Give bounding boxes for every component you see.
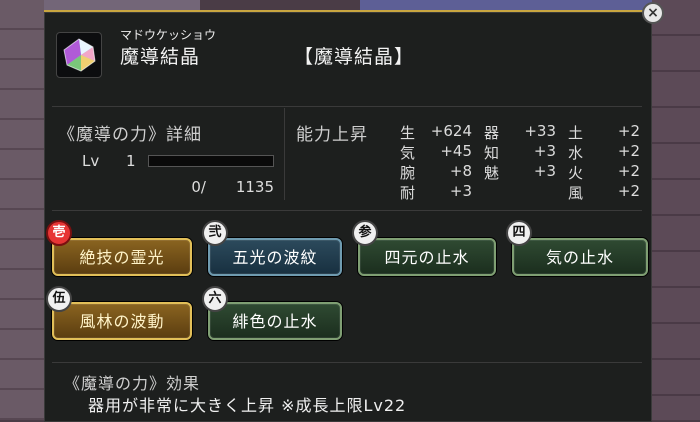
stats-title: 能力上昇 xyxy=(296,125,368,145)
level-value: 1 xyxy=(126,152,136,170)
stat-value: +3 xyxy=(533,162,556,180)
skill-button-6[interactable]: 緋色の止水 xyxy=(208,302,342,340)
stat-label: 生 xyxy=(400,124,416,142)
divider-bottom xyxy=(52,362,642,363)
stat-label: 器 xyxy=(484,124,500,142)
stat-value: +3 xyxy=(533,142,556,160)
close-icon[interactable]: × xyxy=(642,2,664,24)
exp-bar xyxy=(148,155,274,167)
skill-button-4[interactable]: 気の止水 xyxy=(512,238,648,276)
effect-title: 《魔導の力》効果 xyxy=(64,374,201,393)
background-wall-left xyxy=(0,0,44,420)
divider-middle xyxy=(52,210,642,211)
crystal-icon xyxy=(56,32,102,78)
skill-badge-6: 六 xyxy=(202,286,228,312)
background-sky xyxy=(360,0,652,10)
level-display: Lv 1 xyxy=(82,152,136,170)
stat-value: +33 xyxy=(524,122,556,140)
exp-current: 0/ xyxy=(191,178,206,196)
stat-value: +624 xyxy=(430,122,472,140)
skill-badge-4: 四 xyxy=(506,220,532,246)
stat-value: +45 xyxy=(440,142,472,160)
stat-value: +2 xyxy=(617,142,640,160)
skill-badge-5: 伍 xyxy=(46,286,72,312)
item-detail-panel: マドウケッショウ 魔導結晶 【魔導結晶】 《魔導の力》詳細 Lv 1 0/ 11… xyxy=(44,10,652,422)
skill-button-5[interactable]: 風林の波動 xyxy=(52,302,192,340)
background-wall-right xyxy=(652,0,700,420)
detail-title: 《魔導の力》詳細 xyxy=(58,125,202,145)
stat-label: 水 xyxy=(568,144,584,162)
level-label: Lv xyxy=(82,152,100,170)
skill-label: 五光の波紋 xyxy=(232,248,318,267)
skill-button-1[interactable]: 絶技の霊光 xyxy=(52,238,192,276)
divider-vertical xyxy=(284,108,285,200)
skill-label: 四元の止水 xyxy=(384,248,470,267)
stat-value: +3 xyxy=(449,182,472,200)
effect-text: 器用が非常に大きく上昇 ※成長上限Lv22 xyxy=(88,396,407,415)
item-furigana: マドウケッショウ xyxy=(120,28,217,42)
stat-value: +8 xyxy=(449,162,472,180)
stat-value: +2 xyxy=(617,182,640,200)
skill-badge-2: 弐 xyxy=(202,220,228,246)
skill-button-2[interactable]: 五光の波紋 xyxy=(208,238,342,276)
skill-button-3[interactable]: 四元の止水 xyxy=(358,238,496,276)
stat-value: +2 xyxy=(617,122,640,140)
exp-max: 1135 xyxy=(235,178,274,196)
skill-badge-3: 参 xyxy=(352,220,378,246)
stat-label: 土 xyxy=(568,124,584,142)
stat-label: 火 xyxy=(568,164,584,182)
skill-label: 絶技の霊光 xyxy=(79,248,165,267)
stat-value: +2 xyxy=(617,162,640,180)
divider-top xyxy=(52,106,642,107)
stat-label: 気 xyxy=(400,144,416,162)
stat-label: 知 xyxy=(484,144,500,162)
stat-label: 魅 xyxy=(484,164,500,182)
stat-label: 風 xyxy=(568,184,584,202)
item-name: 魔導結晶 xyxy=(120,46,201,68)
item-category-name: 【魔導結晶】 xyxy=(294,46,415,68)
stat-label: 腕 xyxy=(400,164,416,182)
skill-label: 気の止水 xyxy=(545,248,614,267)
skill-label: 緋色の止水 xyxy=(232,312,318,331)
skill-label: 風林の波動 xyxy=(79,312,165,331)
skill-badge-1: 壱 xyxy=(46,220,72,246)
stat-label: 耐 xyxy=(400,184,416,202)
